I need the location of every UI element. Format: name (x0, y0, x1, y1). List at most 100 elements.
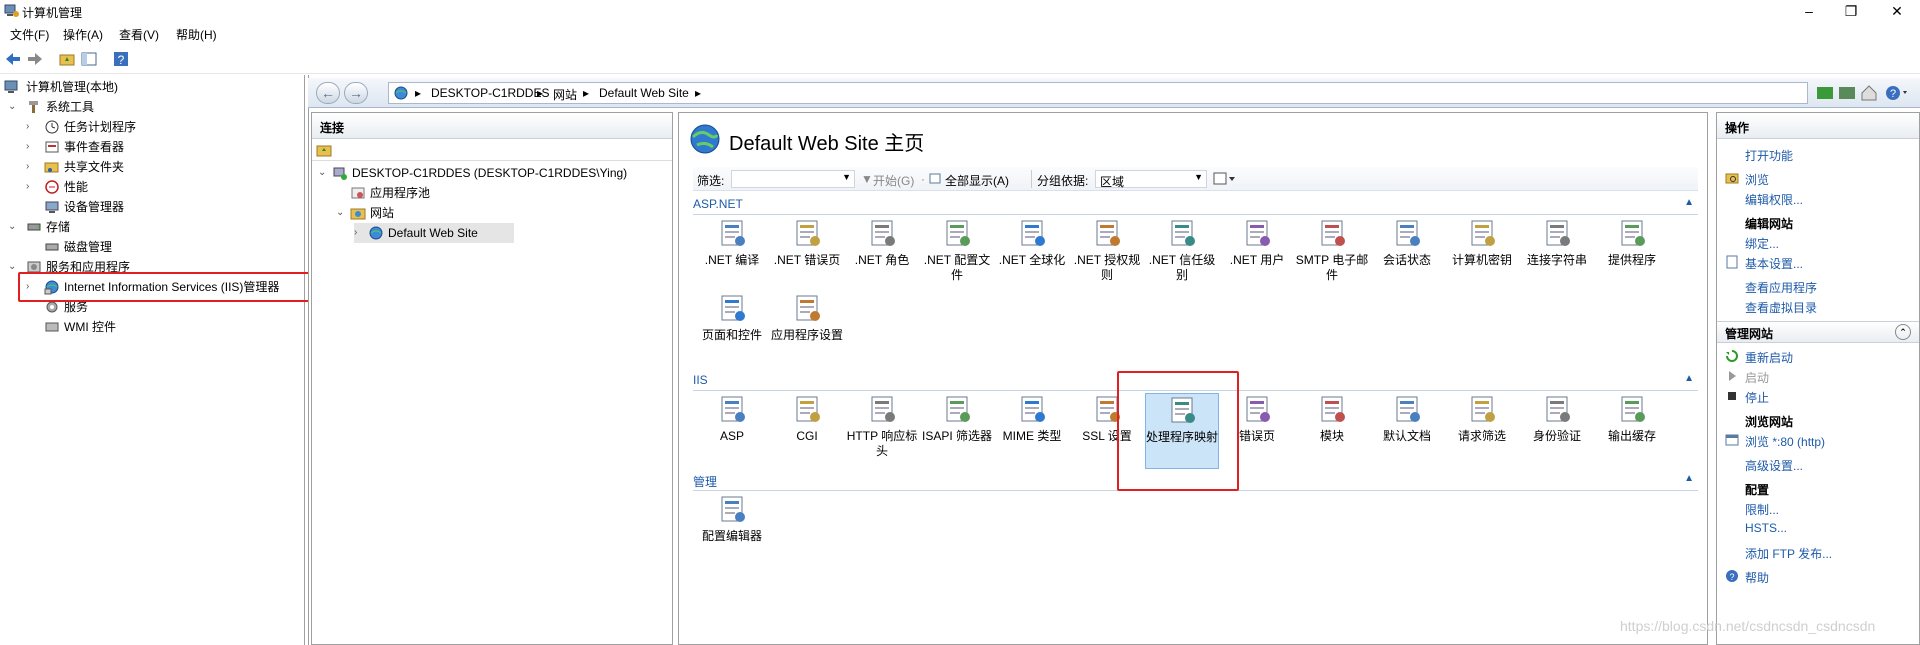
conn-sites[interactable]: ⌄ 网站 (336, 203, 636, 223)
browse-80-link[interactable]: 浏览 *:80 (http) (1745, 433, 1825, 450)
feature-item-9[interactable]: 默认文档 (1370, 393, 1444, 469)
feature-item-0[interactable]: 配置编辑器 (695, 493, 769, 569)
tree-shared-folders[interactable]: › 共享文件夹 (26, 157, 296, 177)
feature-isapi[interactable]: ISAPI 筛选器 (920, 393, 994, 469)
feature-item-11[interactable]: 连接字符串 (1520, 217, 1594, 293)
feature-item-8[interactable]: 模块 (1295, 393, 1369, 469)
tree-wmi[interactable]: WMI 控件 (26, 317, 296, 337)
hsts-link[interactable]: HSTS... (1745, 521, 1787, 535)
feature-net[interactable]: .NET 用户 (1220, 217, 1294, 293)
help-icon[interactable]: ? (112, 50, 130, 68)
breadcrumb-default-site[interactable]: Default Web Site (599, 86, 689, 100)
explore-link[interactable]: 浏览 (1745, 171, 1769, 188)
tree-root[interactable]: 计算机管理(本地) (4, 77, 294, 97)
feature-item-10[interactable]: 计算机密钥 (1445, 217, 1519, 293)
show-hide-tree-icon[interactable] (80, 50, 98, 68)
menu-help[interactable]: 帮助(H) (176, 26, 217, 43)
feature-item-13[interactable]: 页面和控件 (695, 292, 769, 368)
feature-item-10[interactable]: 请求筛选 (1445, 393, 1519, 469)
add-ftp-link[interactable]: 添加 FTP 发布... (1745, 545, 1832, 562)
tree-device-manager[interactable]: 设备管理器 (26, 197, 296, 217)
feature-item-11[interactable]: 身份验证 (1520, 393, 1594, 469)
breadcrumb-sites[interactable]: 网站 (553, 86, 577, 103)
feature-asp[interactable]: ASP (695, 393, 769, 469)
show-all-button[interactable]: 全部显示(A) (945, 172, 1009, 189)
conn-server-node[interactable]: ⌄ DESKTOP-C1RDDES (DESKTOP-C1RDDES\Ying) (318, 163, 668, 183)
menu-view[interactable]: 查看(V) (119, 26, 159, 43)
collapse-chevron-icon[interactable]: ⌃ (1895, 324, 1911, 340)
view-mode-icon[interactable] (1213, 172, 1237, 186)
feature-net[interactable]: .NET 信任级别 (1145, 217, 1219, 293)
collapse-arrow-icon[interactable]: ⌄ (336, 203, 348, 223)
tree-performance[interactable]: › 性能 (26, 177, 296, 197)
view-apps-link[interactable]: 查看应用程序 (1745, 279, 1817, 296)
tree-storage[interactable]: ⌄ 存储 (8, 217, 298, 237)
feature-item-9[interactable]: 会话状态 (1370, 217, 1444, 293)
feature-http[interactable]: HTTP 响应标头 (845, 393, 919, 469)
feature-net[interactable]: .NET 错误页 (770, 217, 844, 293)
start-filter-button[interactable]: 开始(G) (873, 172, 914, 189)
help-link[interactable]: 帮助 (1745, 569, 1769, 586)
collapse-chevron-icon[interactable]: ▲ (1684, 473, 1694, 484)
start-link[interactable]: 启动 (1745, 369, 1769, 386)
home-icon[interactable] (1860, 84, 1878, 102)
edit-permissions-link[interactable]: 编辑权限... (1745, 191, 1803, 208)
tree-system-tools[interactable]: ⌄ 系统工具 (8, 97, 298, 117)
tree-label: 设备管理器 (64, 200, 125, 214)
tree-disk-management[interactable]: 磁盘管理 (26, 237, 296, 257)
up-folder-icon[interactable] (58, 50, 76, 68)
minimize-button[interactable]: – (1786, 0, 1832, 22)
feature-cgi[interactable]: CGI (770, 393, 844, 469)
back-arrow-icon[interactable] (4, 50, 22, 68)
conn-app-pools[interactable]: 应用程序池 (336, 183, 636, 203)
restart-link[interactable]: 重新启动 (1745, 349, 1793, 366)
feature-net[interactable]: .NET 编译 (695, 217, 769, 293)
collapse-arrow-icon[interactable]: ⌄ (8, 97, 20, 117)
stop-icon[interactable] (1838, 84, 1856, 102)
feature-net[interactable]: .NET 全球化 (995, 217, 1069, 293)
address-box[interactable]: ▸ DESKTOP-C1RDDES ▸ 网站 ▸ Default Web Sit… (388, 82, 1808, 104)
group-by-select[interactable]: 区域 ▼ (1095, 170, 1207, 189)
filter-input[interactable]: ▼ (731, 170, 855, 188)
refresh-icon[interactable] (1816, 84, 1834, 102)
breadcrumb-server[interactable]: DESKTOP-C1RDDES (431, 86, 549, 100)
advanced-settings-link[interactable]: 高级设置... (1745, 457, 1803, 474)
collapse-chevron-icon[interactable]: ▲ (1684, 373, 1694, 384)
tree-event-viewer[interactable]: › 事件查看器 (26, 137, 296, 157)
open-feature-link[interactable]: 打开功能 (1745, 147, 1793, 164)
maximize-button[interactable]: ❐ (1828, 0, 1874, 22)
expand-arrow-icon[interactable]: › (26, 157, 38, 177)
connect-icon[interactable] (316, 142, 332, 158)
feature-net[interactable]: .NET 配置文件 (920, 217, 994, 293)
bindings-link[interactable]: 绑定... (1745, 235, 1779, 252)
nav-back-button[interactable]: ← (316, 82, 340, 104)
shared-folder-icon (44, 162, 59, 173)
expand-arrow-icon[interactable]: › (26, 177, 38, 197)
feature-mime[interactable]: MIME 类型 (995, 393, 1069, 469)
collapse-chevron-icon[interactable]: ▲ (1684, 197, 1694, 208)
close-button[interactable]: ✕ (1874, 0, 1920, 22)
feature-net[interactable]: .NET 角色 (845, 217, 919, 293)
conn-default-site[interactable]: › Default Web Site (354, 223, 514, 243)
feature-item-12[interactable]: 提供程序 (1595, 217, 1669, 293)
feature-net[interactable]: .NET 授权规则 (1070, 217, 1144, 293)
collapse-arrow-icon[interactable]: ⌄ (318, 163, 330, 183)
help-dropdown-icon[interactable]: ? (1884, 84, 1910, 102)
feature-item-14[interactable]: 应用程序设置 (770, 292, 844, 368)
stop-link[interactable]: 停止 (1745, 389, 1769, 406)
menu-file[interactable]: 文件(F) (10, 26, 49, 43)
limits-link[interactable]: 限制... (1745, 501, 1779, 518)
feature-icon (1246, 220, 1270, 246)
view-vdirs-link[interactable]: 查看虚拟目录 (1745, 299, 1817, 316)
expand-arrow-icon[interactable]: › (354, 223, 366, 243)
basic-settings-link[interactable]: 基本设置... (1745, 255, 1803, 272)
expand-arrow-icon[interactable]: › (26, 117, 38, 137)
feature-item-12[interactable]: 输出缓存 (1595, 393, 1669, 469)
collapse-arrow-icon[interactable]: ⌄ (8, 217, 20, 237)
nav-forward-button[interactable]: → (344, 82, 368, 104)
expand-arrow-icon[interactable]: › (26, 137, 38, 157)
forward-arrow-icon[interactable] (26, 50, 44, 68)
tree-task-scheduler[interactable]: › 任务计划程序 (26, 117, 296, 137)
feature-smtp[interactable]: SMTP 电子邮件 (1295, 217, 1369, 293)
menu-action[interactable]: 操作(A) (63, 26, 103, 43)
